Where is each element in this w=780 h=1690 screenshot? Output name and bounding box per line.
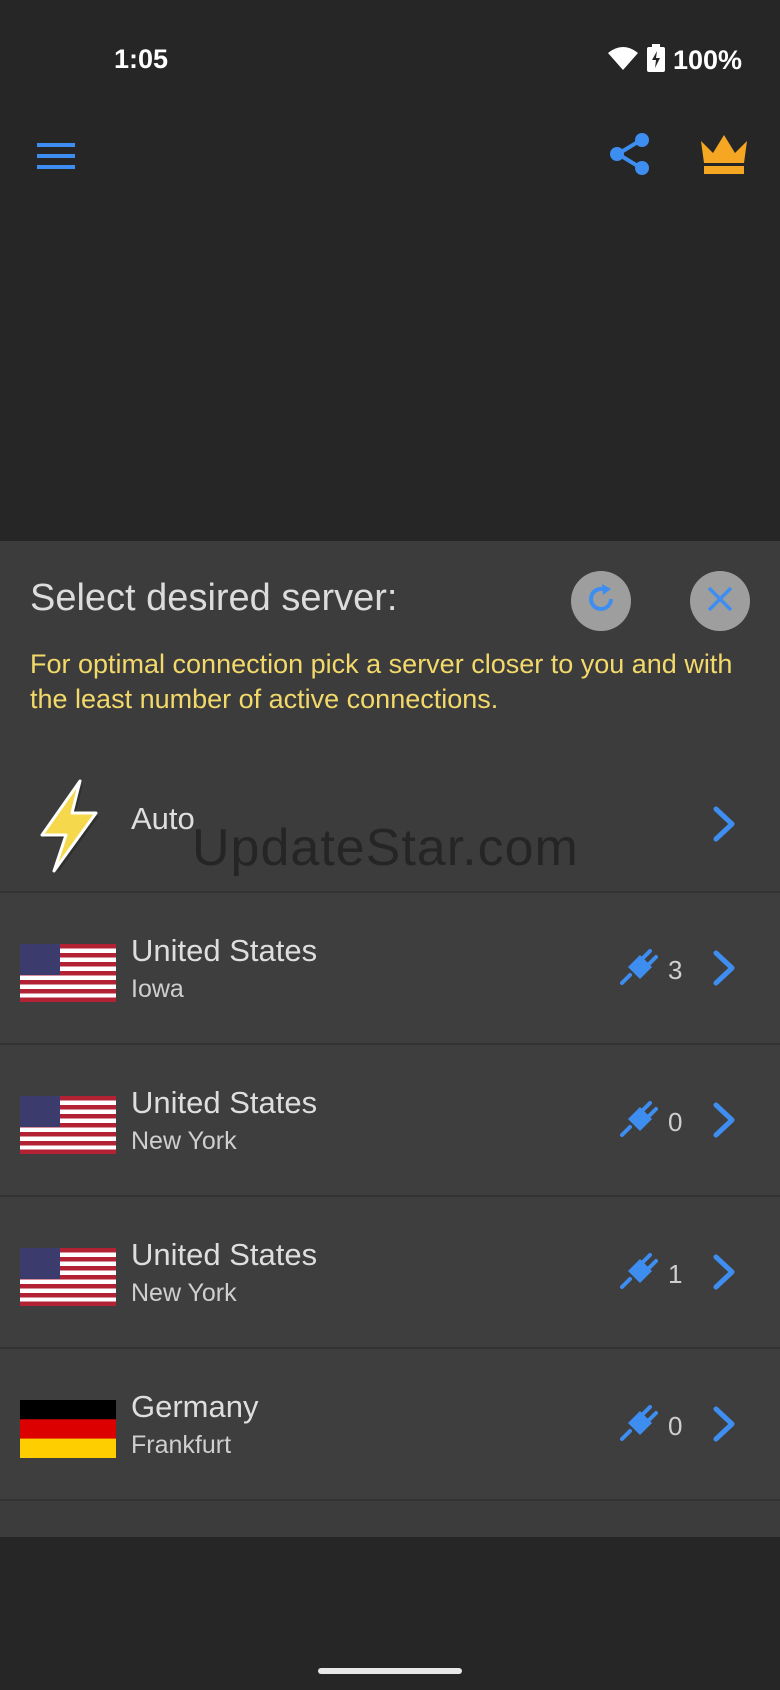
chevron-right-icon xyxy=(708,1253,740,1291)
connection-count-value: 0 xyxy=(668,1411,683,1441)
server-city: Frankfurt xyxy=(131,1431,232,1459)
connection-count-value: 3 xyxy=(668,955,683,985)
status-time: 1:05 xyxy=(114,44,169,74)
home-indicator[interactable] xyxy=(318,1668,462,1674)
connection-count-value: 1 xyxy=(668,1259,683,1289)
plug-icon xyxy=(618,1405,658,1448)
chevron-right-icon xyxy=(708,949,740,987)
chevron-right-icon xyxy=(708,1101,740,1139)
server-country: United States xyxy=(131,933,318,968)
us-flag-icon xyxy=(20,1096,116,1154)
connection-count-value: 0 xyxy=(668,1107,683,1137)
battery-percentage: 100% xyxy=(672,45,742,75)
us-flag-icon xyxy=(20,944,116,1002)
wifi-icon xyxy=(607,45,639,76)
chevron-right-icon xyxy=(708,1405,740,1443)
server-country: Germany xyxy=(131,1389,259,1424)
server-row[interactable]: United States New York 1 xyxy=(0,1197,780,1349)
plug-icon xyxy=(618,949,658,992)
status-icons: 100% xyxy=(607,44,742,77)
premium-button[interactable] xyxy=(694,128,754,184)
server-city: New York xyxy=(131,1279,237,1307)
status-bar: 1:05 100% xyxy=(0,0,780,120)
server-row[interactable]: Germany Frankfurt 0 xyxy=(0,1349,780,1501)
crown-icon xyxy=(699,133,749,180)
server-city: New York xyxy=(131,1127,237,1155)
server-selection-sheet: Select desired server: For optimal conne… xyxy=(0,541,780,1537)
server-row[interactable]: United States Iowa 3 xyxy=(0,893,780,1045)
chevron-right-icon xyxy=(708,805,740,843)
refresh-icon xyxy=(584,582,618,621)
sheet-title: Select desired server: xyxy=(30,577,398,619)
connection-count: 1 xyxy=(618,1253,682,1296)
battery-icon xyxy=(646,44,665,77)
lightning-bolt-icon xyxy=(32,777,104,874)
us-flag-icon xyxy=(20,1248,116,1306)
share-icon xyxy=(609,132,651,181)
server-name: Auto xyxy=(131,801,195,836)
connection-count: 3 xyxy=(618,949,682,992)
server-country: United States xyxy=(131,1085,318,1120)
connection-count: 0 xyxy=(618,1101,682,1144)
connection-count: 0 xyxy=(618,1405,682,1448)
server-country: United States xyxy=(131,1237,318,1272)
germany-flag-icon xyxy=(20,1400,116,1458)
server-city: Iowa xyxy=(131,975,184,1003)
refresh-button[interactable] xyxy=(571,571,631,631)
server-hint: For optimal connection pick a server clo… xyxy=(30,649,733,714)
watermark: UpdateStar.com xyxy=(192,819,579,877)
menu-button[interactable] xyxy=(28,130,84,186)
share-button[interactable] xyxy=(602,128,658,184)
close-icon xyxy=(706,585,734,618)
plug-icon xyxy=(618,1101,658,1144)
close-button[interactable] xyxy=(690,571,750,631)
server-row[interactable]: United States New York 0 xyxy=(0,1045,780,1197)
menu-icon xyxy=(37,142,75,174)
plug-icon xyxy=(618,1253,658,1296)
